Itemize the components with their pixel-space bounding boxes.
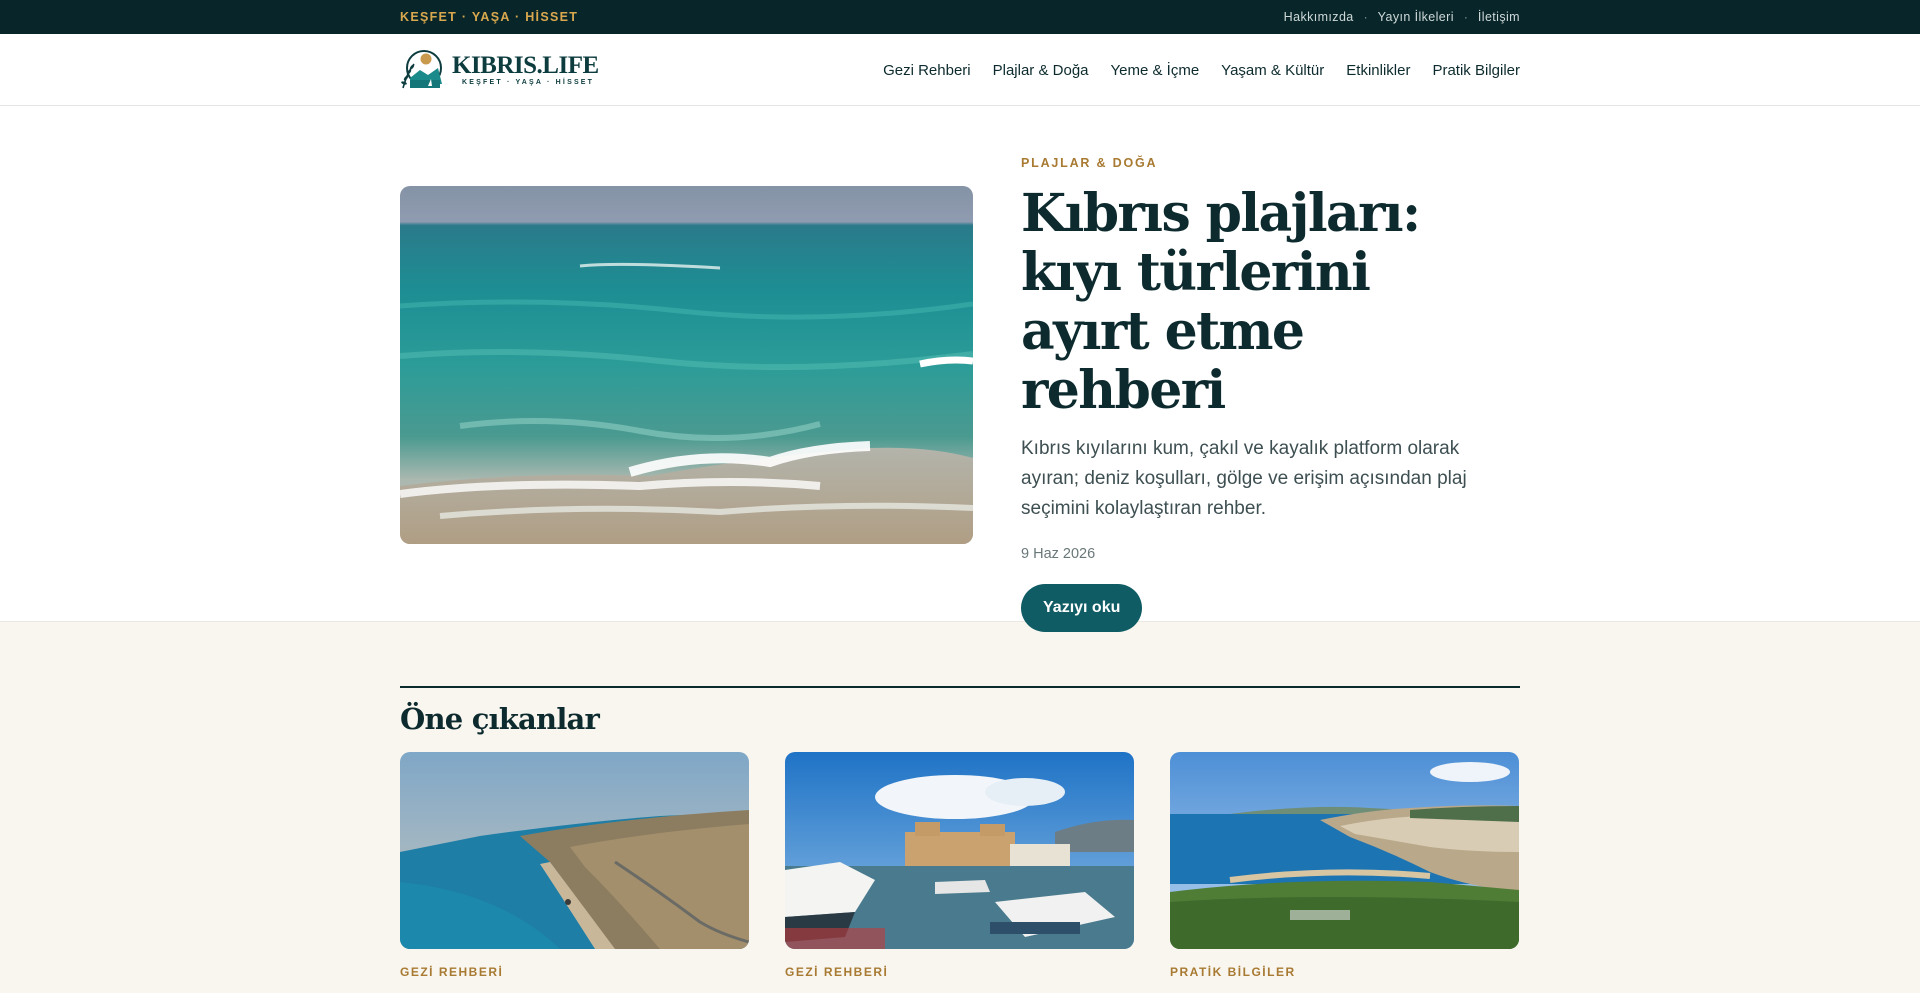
nav-practical-info[interactable]: Pratik Bilgiler	[1432, 62, 1520, 79]
nav-life-culture[interactable]: Yaşam & Kültür	[1221, 62, 1324, 79]
card-image[interactable]	[785, 752, 1134, 949]
separator: ·	[1363, 10, 1368, 24]
nav-events[interactable]: Etkinlikler	[1346, 62, 1410, 79]
card-image[interactable]	[400, 752, 749, 949]
featured-cards: GEZİ REHBERİ GEZİ REHBERİ PRATİK BİLGİLE…	[400, 752, 1520, 979]
separator: ·	[1463, 10, 1468, 24]
hero-date: 9 Haz 2026	[1021, 546, 1096, 562]
featured-card[interactable]: GEZİ REHBERİ	[400, 752, 749, 979]
card-category[interactable]: GEZİ REHBERİ	[400, 965, 749, 979]
about-link[interactable]: Hakkımızda	[1284, 10, 1354, 24]
site-logo[interactable]: KIBRIS.LIFE KEŞFET · YAŞA · HİSSET	[400, 48, 599, 92]
top-links: Hakkımızda · Yayın İlkeleri · İletişim	[1284, 10, 1520, 24]
hero-section: PLAJLAR & DOĞA Kıbrıs plajları: kıyı tür…	[0, 106, 1920, 632]
nav-beaches-nature[interactable]: Plajlar & Doğa	[993, 62, 1089, 79]
featured-title: Öne çıkanlar	[400, 702, 600, 736]
hero-content: PLAJLAR & DOĞA Kıbrıs plajları: kıyı tür…	[1021, 156, 1501, 632]
nav-food-drink[interactable]: Yeme & İçme	[1111, 62, 1200, 79]
main-nav: Gezi Rehberi Plajlar & Doğa Yeme & İçme …	[883, 62, 1520, 79]
card-category[interactable]: PRATİK BİLGİLER	[1170, 965, 1519, 979]
hero-title[interactable]: Kıbrıs plajları: kıyı türlerini ayırt et…	[1021, 184, 1501, 420]
contact-link[interactable]: İletişim	[1478, 10, 1520, 24]
editorial-policy-link[interactable]: Yayın İlkeleri	[1378, 10, 1454, 24]
hero-category[interactable]: PLAJLAR & DOĞA	[1021, 156, 1501, 170]
top-tagline: KEŞFET · YAŞA · HİSSET	[400, 10, 579, 24]
card-image[interactable]	[1170, 752, 1519, 949]
logo-tagline: KEŞFET · YAŞA · HİSSET	[462, 79, 595, 86]
section-divider	[400, 686, 1520, 688]
featured-section: Öne çıkanlar GEZİ REHBERİ GEZİ REHBERİ P…	[0, 622, 1920, 993]
logo-emblem-icon	[400, 48, 446, 92]
card-category[interactable]: GEZİ REHBERİ	[785, 965, 1134, 979]
hero-description: Kıbrıs kıyılarını kum, çakıl ve kayalık …	[1021, 438, 1467, 519]
featured-card[interactable]: GEZİ REHBERİ	[785, 752, 1134, 979]
hero-image[interactable]	[400, 186, 973, 544]
site-header: KIBRIS.LIFE KEŞFET · YAŞA · HİSSET Gezi …	[0, 34, 1920, 106]
nav-travel-guide[interactable]: Gezi Rehberi	[883, 62, 971, 79]
featured-card[interactable]: PRATİK BİLGİLER	[1170, 752, 1519, 979]
logo-name: KIBRIS.LIFE	[452, 52, 599, 79]
top-bar: KEŞFET · YAŞA · HİSSET Hakkımızda · Yayı…	[0, 0, 1920, 34]
